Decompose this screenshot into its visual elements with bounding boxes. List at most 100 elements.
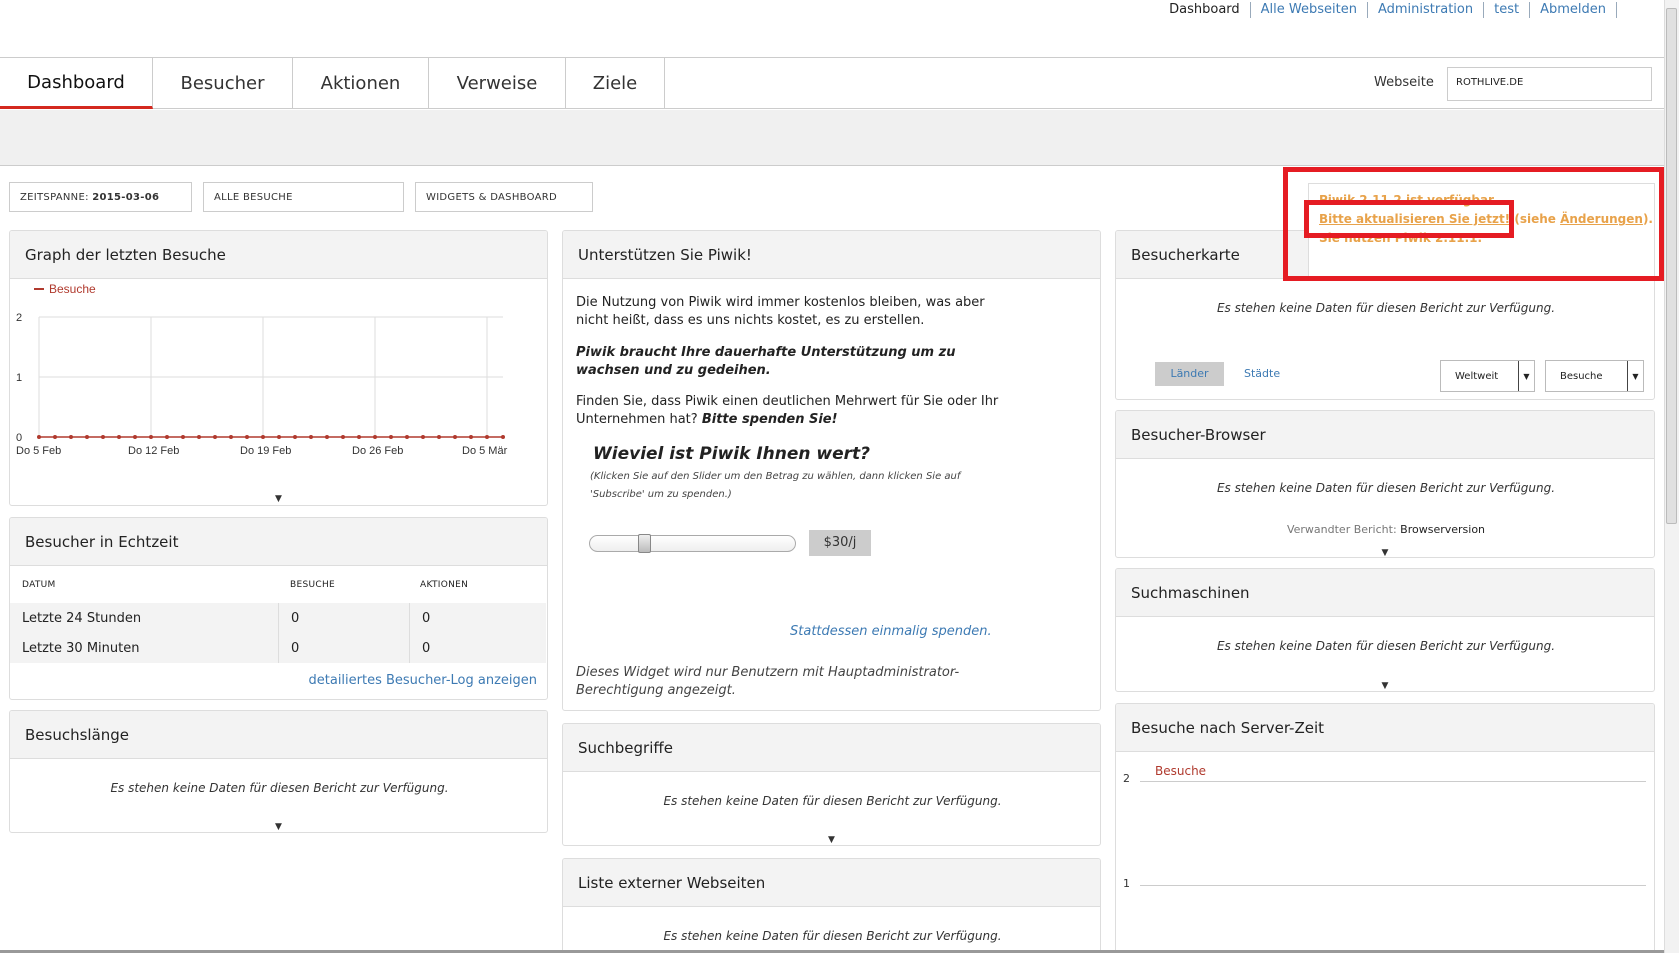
data-point: [373, 435, 377, 439]
expand-chevron-icon[interactable]: ▼: [244, 495, 314, 504]
y-tick-label: 0: [16, 432, 22, 444]
map-tab-cities[interactable]: Städte: [1244, 367, 1280, 380]
data-point: [85, 435, 89, 439]
subnav-bar: [0, 110, 1664, 166]
x-axis-ticks: Do 5 Feb Do 12 Feb Do 19 Feb Do 26 Feb Do 5 …: [16, 445, 508, 457]
donation-slider[interactable]: [589, 535, 796, 552]
scrollbar-thumb[interactable]: [1666, 8, 1677, 524]
data-point: [37, 435, 41, 439]
no-data-message: Es stehen keine Daten für diesen Bericht…: [663, 794, 1002, 808]
expand-chevron-icon[interactable]: ▼: [1350, 682, 1420, 691]
widget-title: Besuchslänge: [10, 711, 547, 759]
legend-label: Besuche: [49, 282, 96, 296]
data-point: [117, 435, 121, 439]
widget-search-engines: Suchmaschinen Es stehen keine Daten für …: [1115, 568, 1655, 692]
site-selector[interactable]: ROTHLIVE.DE: [1447, 67, 1652, 101]
toplink-all-websites[interactable]: Alle Webseiten: [1251, 2, 1368, 18]
col-header-visits: BESUCHE: [290, 580, 335, 590]
series-besuche: [37, 435, 505, 439]
x-tick-label: Do 26 Feb: [352, 445, 403, 457]
tab-visitors[interactable]: Besucher: [153, 58, 293, 109]
gridline: [1140, 885, 1646, 886]
widget-title: Suchmaschinen: [1116, 569, 1654, 617]
site-selector-label: Webseite: [1374, 75, 1434, 90]
widget-title: Suchbegriffe: [563, 724, 1100, 772]
period-selector[interactable]: ZEITSPANNE: 2015-03-06: [9, 182, 192, 212]
map-tab-countries[interactable]: Länder: [1155, 362, 1224, 386]
tab-referrers[interactable]: Verweise: [429, 58, 566, 109]
cell-visits: 0: [291, 641, 300, 656]
visitor-log-link[interactable]: detailiertes Besucher-Log anzeigen: [309, 673, 538, 688]
data-point: [469, 435, 473, 439]
data-point: [53, 435, 57, 439]
visits-line-chart: Besuche 012 Do 5 Feb Do 12 Feb Do 19 Feb Do…: [16, 282, 508, 457]
data-point: [229, 435, 233, 439]
data-point: [261, 435, 265, 439]
widget-title: Graph der letzten Besuche: [10, 231, 547, 279]
widgets-dashboard-menu[interactable]: WIDGETS & DASHBOARD: [415, 182, 593, 212]
support-paragraph-2: Piwik braucht Ihre dauerhafte Unterstütz…: [576, 345, 956, 378]
tab-dashboard[interactable]: Dashboard: [0, 58, 153, 109]
toplink-logout[interactable]: Abmelden: [1530, 2, 1617, 18]
related-report-label: Verwandter Bericht:: [1286, 523, 1397, 536]
map-metric-value: Besuche: [1560, 371, 1603, 382]
gridline: [1140, 781, 1646, 782]
data-point: [357, 435, 361, 439]
widget-visit-duration: Besuchslänge Es stehen keine Daten für d…: [9, 710, 548, 833]
map-region-select[interactable]: Weltweit ▼: [1440, 360, 1535, 392]
donation-hint: (Klicken Sie auf den Slider um den Betra…: [590, 471, 961, 500]
data-point: [133, 435, 137, 439]
donation-amount[interactable]: $30/j: [809, 530, 871, 556]
no-data-message: Es stehen keine Daten für diesen Bericht…: [1216, 481, 1556, 495]
table-row: Letzte 30 Minuten 0 0: [10, 633, 546, 663]
tab-goals[interactable]: Ziele: [566, 58, 665, 109]
no-data-message: Es stehen keine Daten für diesen Bericht…: [663, 929, 1002, 943]
y-axis-ticks: 0 1 2: [16, 312, 22, 444]
toplink-dashboard[interactable]: Dashboard: [1159, 2, 1251, 18]
related-report: Verwandter Bericht: Browserversion: [1116, 523, 1654, 536]
one-time-donation-link[interactable]: Stattdessen einmalig spenden.: [790, 624, 992, 639]
expand-chevron-icon[interactable]: ▼: [797, 836, 867, 845]
data-point: [69, 435, 73, 439]
col-header-actions: AKTIONEN: [420, 580, 469, 590]
data-point: [181, 435, 185, 439]
widget-visits-graph: Graph der letzten Besuche Besuche 0 1 2 Do…: [9, 230, 548, 506]
widget-title: Besucher-Browser: [1116, 411, 1654, 459]
toplink-administration[interactable]: Administration: [1368, 2, 1485, 18]
data-point: [149, 435, 153, 439]
donation-slider-handle[interactable]: [637, 534, 651, 553]
period-value: 2015-03-06: [92, 192, 160, 203]
widget-title: Unterstützen Sie Piwik!: [563, 231, 1100, 279]
data-point: [389, 435, 393, 439]
map-region-value: Weltweit: [1455, 371, 1499, 382]
widget-keywords: Suchbegriffe Es stehen keine Daten für d…: [562, 723, 1101, 846]
data-point: [101, 435, 105, 439]
top-links: Dashboard Alle Webseiten Administration …: [1159, 2, 1617, 18]
expand-chevron-icon[interactable]: ▼: [1350, 549, 1420, 558]
page: Dashboard Alle Webseiten Administration …: [0, 0, 1679, 953]
x-tick-label: Do 5 Mär: [462, 445, 508, 457]
data-point: [325, 435, 329, 439]
no-data-message: Es stehen keine Daten für diesen Bericht…: [1216, 639, 1556, 653]
related-report-link[interactable]: Browserversion: [1400, 523, 1485, 536]
cell-date: Letzte 30 Minuten: [22, 641, 140, 656]
map-metric-select[interactable]: Besuche ▼: [1545, 360, 1644, 392]
donation-heading: Wieviel ist Piwik Ihnen wert?: [593, 444, 871, 464]
widget-support-piwik: Unterstützen Sie Piwik! Die Nutzung von …: [562, 230, 1101, 711]
chart-grid: [38, 316, 503, 438]
tab-actions[interactable]: Aktionen: [293, 58, 429, 109]
main-nav: Dashboard Besucher Aktionen Verweise Zie…: [0, 57, 1664, 109]
data-point: [421, 435, 425, 439]
data-point: [293, 435, 297, 439]
dropdown-arrow-icon: ▼: [1518, 361, 1534, 391]
data-point: [245, 435, 249, 439]
period-label: ZEITSPANNE:: [20, 192, 89, 203]
segment-selector[interactable]: ALLE BESUCHE: [203, 182, 404, 212]
y-tick-label: 1: [16, 372, 22, 384]
expand-chevron-icon[interactable]: ▼: [244, 823, 314, 832]
x-tick-label: Do 5 Feb: [16, 445, 61, 457]
toplink-user[interactable]: test: [1484, 2, 1531, 18]
cell-date: Letzte 24 Stunden: [22, 611, 142, 626]
highlight-box: [1304, 200, 1514, 238]
data-point: [309, 435, 313, 439]
